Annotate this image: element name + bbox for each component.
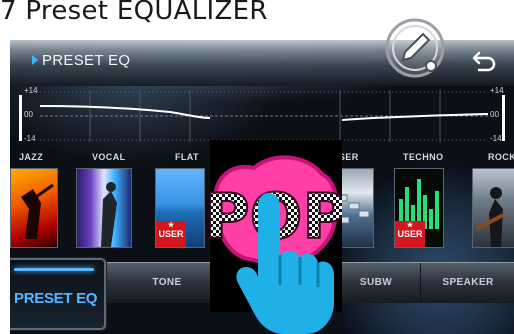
preset-label-rock: ROCK bbox=[488, 152, 514, 162]
eq-scale-mid-right: 00 bbox=[490, 110, 499, 119]
preset-label-jazz: JAZZ bbox=[19, 152, 44, 162]
tab-tone[interactable]: TONE bbox=[106, 263, 227, 303]
tab-preset-eq-label: PRESET EQ bbox=[14, 290, 98, 307]
touch-hand-icon bbox=[236, 193, 334, 334]
user-badge-label: USER bbox=[158, 229, 184, 239]
edit-pencil-icon[interactable] bbox=[383, 16, 447, 80]
tab-preset-eq[interactable]: PRESET EQ bbox=[10, 258, 106, 330]
eq-scale-mid-left: 00 bbox=[24, 110, 33, 119]
preset-thumb-techno[interactable]: ★ USER bbox=[394, 168, 444, 248]
title-arrow-icon bbox=[32, 55, 38, 65]
preset-label-techno: TECHNO bbox=[403, 152, 444, 162]
preset-label-flat: FLAT bbox=[175, 152, 199, 162]
user-badge: ★ USER bbox=[156, 221, 186, 247]
eq-curve-panel: +14 00 -14 +14 00 -14 bbox=[10, 86, 514, 146]
tab-subw[interactable]: SUBW bbox=[330, 263, 421, 303]
preset-thumb-flat[interactable]: ★ USER bbox=[155, 168, 205, 248]
star-icon: ★ bbox=[406, 222, 414, 229]
active-indicator bbox=[14, 268, 94, 271]
user-badge: ★ USER bbox=[395, 221, 425, 247]
eq-scale-bottom-left: -14 bbox=[24, 134, 36, 143]
preset-label-vocal: VOCAL bbox=[92, 152, 126, 162]
preset-thumb-rock[interactable] bbox=[472, 168, 514, 248]
back-arrow-icon[interactable] bbox=[466, 50, 498, 76]
user-badge-label: USER bbox=[397, 229, 423, 239]
eq-curve bbox=[19, 90, 505, 142]
eq-scale-top-left: +14 bbox=[24, 86, 38, 95]
tab-speaker[interactable]: SPEAKER bbox=[420, 263, 514, 303]
preset-thumb-vocal[interactable] bbox=[76, 168, 132, 248]
preset-thumb-jazz[interactable] bbox=[10, 168, 58, 248]
star-icon: ★ bbox=[167, 222, 175, 229]
figure-caption: 7 Preset EQUALIZER bbox=[0, 0, 268, 26]
page-title: PRESET EQ bbox=[42, 52, 131, 69]
eq-scale-bottom-right: -14 bbox=[490, 134, 502, 143]
eq-scale-top-right: +14 bbox=[490, 86, 504, 95]
